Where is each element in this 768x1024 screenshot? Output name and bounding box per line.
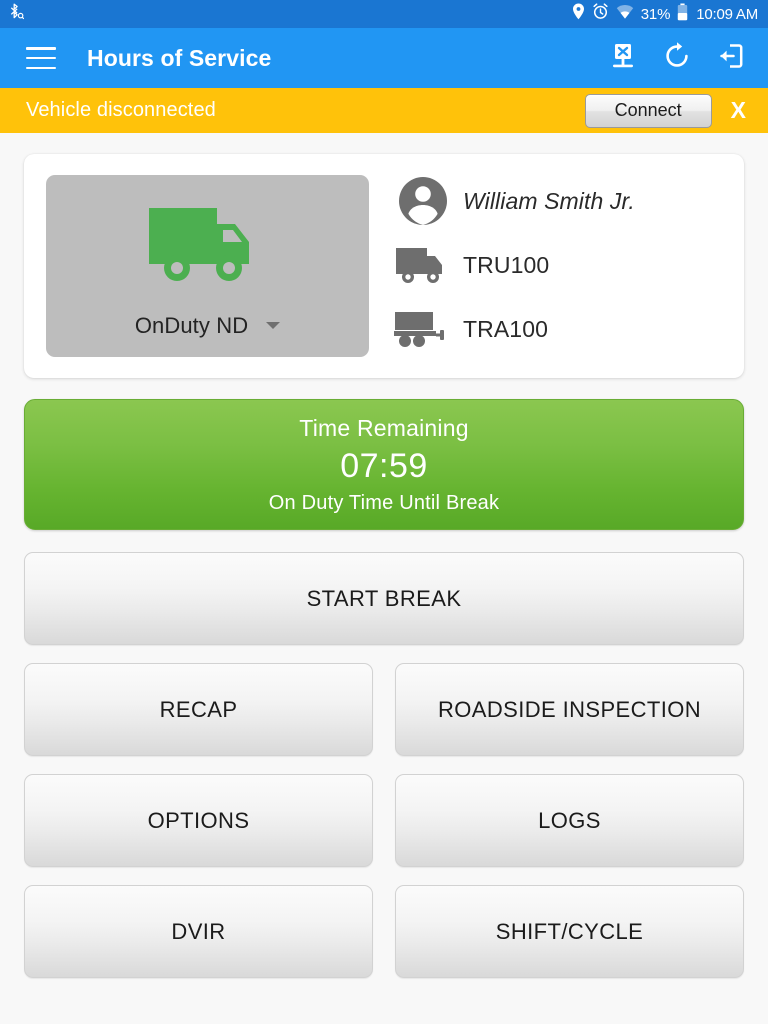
hamburger-menu-icon[interactable] (26, 47, 56, 69)
vehicle-id: TRU100 (463, 251, 550, 278)
options-button[interactable]: OPTIONS (24, 774, 373, 867)
person-avatar-icon (391, 176, 455, 226)
duty-status-selector[interactable]: OnDuty ND (46, 175, 369, 357)
chevron-down-icon (266, 322, 281, 329)
status-bar-clock: 10:09 AM (696, 5, 758, 23)
driver-name: William Smith Jr. (463, 187, 635, 214)
truck-icon (147, 198, 269, 295)
driver-name-row[interactable]: William Smith Jr. (391, 176, 635, 226)
vehicle-disconnected-banner: Vehicle disconnected Connect X (0, 88, 768, 133)
time-remaining-title: Time Remaining (299, 414, 469, 441)
driver-status-card: OnDuty ND William Smith Jr. TRU100 TRA10… (24, 154, 744, 378)
shift-cycle-button[interactable]: SHIFT/CYCLE (395, 885, 744, 978)
recap-button[interactable]: RECAP (24, 663, 373, 756)
status-bar-left-icons (8, 3, 572, 25)
main-content: OnDuty ND William Smith Jr. TRU100 TRA10… (0, 133, 768, 1024)
connect-button[interactable]: Connect (584, 93, 712, 128)
android-status-bar: 31% 10:09 AM (0, 0, 768, 28)
dvir-button[interactable]: DVIR (24, 885, 373, 978)
trailer-id: TRA100 (463, 315, 548, 342)
logout-button[interactable] (714, 41, 748, 75)
hours-of-service-app: 31% 10:09 AM Hours of Service Vehicle di… (0, 0, 768, 1024)
time-remaining-subtitle: On Duty Time Until Break (268, 491, 500, 514)
start-break-button[interactable]: START BREAK (24, 552, 744, 645)
refresh-icon (662, 41, 692, 76)
battery-icon (677, 3, 688, 26)
logs-button[interactable]: LOGS (395, 774, 744, 867)
refresh-button[interactable] (660, 41, 694, 75)
eld-disconnect-button[interactable] (606, 41, 640, 75)
trailer-row[interactable]: TRA100 (391, 304, 635, 354)
trailer-icon (391, 308, 455, 350)
bluetooth-search-icon (8, 3, 25, 25)
alarm-clock-icon (592, 3, 609, 25)
close-icon[interactable]: X (731, 99, 746, 122)
location-pin-icon (572, 3, 585, 25)
status-bar-right-icons: 31% 10:09 AM (572, 3, 758, 26)
driver-info-list: William Smith Jr. TRU100 TRA100 (391, 176, 635, 356)
duty-status-label-row: OnDuty ND (134, 312, 281, 339)
app-bar: Hours of Service (0, 28, 768, 88)
time-remaining-panel[interactable]: Time Remaining 07:59 On Duty Time Until … (24, 399, 744, 530)
device-disconnected-icon (608, 41, 638, 76)
page-title: Hours of Service (87, 44, 272, 71)
truck-icon (391, 244, 455, 286)
logout-icon (716, 41, 746, 76)
battery-percent-label: 31% (640, 5, 671, 23)
action-button-grid: RECAP ROADSIDE INSPECTION OPTIONS LOGS D… (24, 663, 744, 978)
wifi-icon (616, 4, 634, 25)
time-remaining-value: 07:59 (340, 446, 428, 485)
vehicle-row[interactable]: TRU100 (391, 240, 635, 290)
roadside-inspection-button[interactable]: ROADSIDE INSPECTION (395, 663, 744, 756)
banner-message: Vehicle disconnected (26, 99, 216, 121)
duty-status-label: OnDuty ND (134, 312, 249, 338)
app-bar-actions (606, 41, 748, 75)
